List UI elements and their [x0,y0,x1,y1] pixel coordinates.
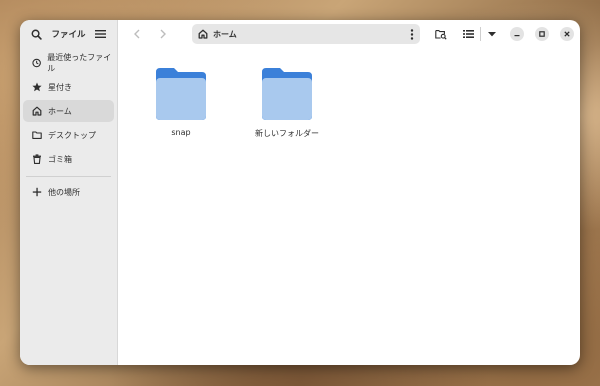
caret-down-icon [488,32,496,37]
sidebar-item-trash[interactable]: ゴミ箱 [23,148,114,170]
sidebar-list: 最近使ったファイル 星付き ホーム デスクトップ ゴミ箱 他の場所 [20,48,117,209]
forward-button[interactable] [152,24,174,44]
chevron-right-icon [160,29,166,39]
location-label: ホーム [213,29,237,39]
file-name: snap [171,128,191,137]
sidebar-item-other-locations[interactable]: 他の場所 [23,181,114,203]
chevron-left-icon [134,29,140,39]
sidebar-item-home[interactable]: ホーム [23,100,114,122]
view-options-button[interactable] [485,24,499,44]
clock-icon [32,58,41,68]
home-icon [198,29,208,39]
sidebar-item-label: ゴミ箱 [48,154,72,164]
home-icon [32,106,42,116]
toolbar-divider [480,27,481,41]
trash-icon [33,154,41,164]
folder-icon [156,68,206,120]
folder-search-icon [435,29,447,40]
close-icon [564,31,570,37]
sidebar-item-recent[interactable]: 最近使ったファイル [23,52,114,74]
minimize-button[interactable] [510,27,524,41]
sidebar-item-label: ホーム [48,106,72,116]
search-icon[interactable] [28,26,44,42]
more-vertical-icon[interactable] [410,28,414,40]
file-name: 新しいフォルダー [255,129,319,138]
sidebar-header: ファイル [20,20,117,48]
file-item-snap[interactable]: snap [136,68,226,137]
sidebar-item-desktop[interactable]: デスクトップ [23,124,114,146]
sidebar-item-starred[interactable]: 星付き [23,76,114,98]
sidebar-item-label: デスクトップ [48,130,96,140]
list-view-icon [462,30,474,38]
file-view: snap 新しいフォルダー [118,48,580,365]
hamburger-menu-icon[interactable] [93,26,109,42]
sidebar-item-label: 星付き [48,82,72,92]
file-manager-window: ファイル 最近使ったファイル 星付き ホーム デスクトップ ゴミ箱 他の場所 ホ… [20,20,580,365]
main-pane: ホーム snap 新しいフォルダー [118,20,580,365]
maximize-icon [539,31,545,37]
sidebar-item-label: 最近使ったファイル [47,53,112,73]
view-list-button[interactable] [460,24,476,44]
sidebar-divider [26,176,111,177]
sidebar-title: ファイル [51,30,86,40]
sidebar-item-label: 他の場所 [48,187,80,197]
folder-icon [262,68,312,120]
maximize-button[interactable] [535,27,549,41]
folder-icon [32,131,42,139]
search-folder-button[interactable] [430,24,452,44]
star-icon [32,82,42,92]
close-button[interactable] [560,27,574,41]
plus-icon [32,187,42,197]
header-bar: ホーム [118,20,580,48]
back-button[interactable] [126,24,148,44]
sidebar: ファイル 最近使ったファイル 星付き ホーム デスクトップ ゴミ箱 他の場所 [20,20,118,365]
location-bar[interactable]: ホーム [192,24,420,44]
minimize-icon [514,35,520,37]
file-item-new-folder[interactable]: 新しいフォルダー [242,68,332,139]
